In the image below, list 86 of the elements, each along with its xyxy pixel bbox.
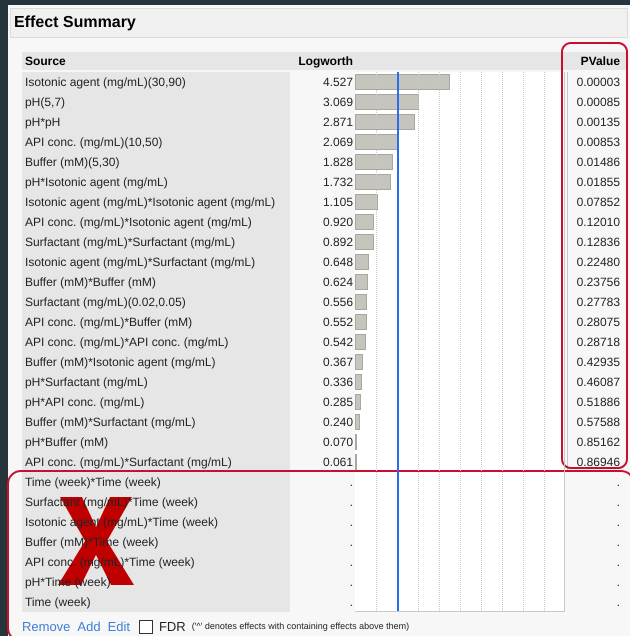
logworth-cell-text: . xyxy=(348,474,354,491)
pvalue-cell-text: 0.46087 xyxy=(576,374,621,391)
pvalue-cell-text: 0.28718 xyxy=(576,334,621,351)
fdr-label: FDR xyxy=(158,618,186,636)
pvalue-cell-text: . xyxy=(616,554,621,571)
source-cell-text: Time (week)*Time (week) xyxy=(24,474,162,491)
pvalue-cell-text: 0.51886 xyxy=(576,394,621,411)
pvalue-cell-text: 0.00853 xyxy=(576,134,621,151)
logworth-cell-text: 0.624 xyxy=(322,274,354,291)
footer-link[interactable]: Add xyxy=(77,617,101,636)
footer-note: ('^' denotes effects with containing effects above them) xyxy=(192,620,410,634)
source-cell-text: API conc. (mg/mL)*Isotonic agent (mg/mL) xyxy=(24,214,253,231)
source-cell-text: Buffer (mM)*Isotonic agent (mg/mL) xyxy=(24,354,217,371)
source-cell-text: Buffer (mM)(5,30) xyxy=(24,154,120,171)
column-header: PValue xyxy=(580,53,621,70)
logworth-cell-text: 0.892 xyxy=(322,234,354,251)
pvalue-cell-text: 0.23756 xyxy=(576,274,621,291)
logworth-cell-text: . xyxy=(348,494,354,511)
pvalue-cell-text: 0.01486 xyxy=(576,154,621,171)
column-header: Logworth xyxy=(297,53,354,70)
source-cell-text: Isotonic agent (mg/mL)(30,90) xyxy=(24,74,187,91)
panel-title: Effect Summary xyxy=(14,13,136,33)
logworth-cell-text: 0.336 xyxy=(322,374,354,391)
footer-link[interactable]: Edit xyxy=(108,617,130,636)
logworth-cell-text: 4.527 xyxy=(322,74,354,91)
pvalue-cell-text: 0.27783 xyxy=(576,294,621,311)
source-cell-text: Buffer (mM)*Buffer (mM) xyxy=(24,274,157,291)
pvalue-cell-text: . xyxy=(616,514,621,531)
logworth-cell-text: 0.061 xyxy=(322,454,354,471)
source-cell-text: Surfactant (mg/mL)(0.02,0.05) xyxy=(24,294,187,311)
source-cell-text: pH*Surfactant (mg/mL) xyxy=(24,374,149,391)
source-cell-text: Isotonic agent (mg/mL)*Surfactant (mg/mL) xyxy=(24,254,256,271)
source-cell-text: API conc. (mg/mL)*Surfactant (mg/mL) xyxy=(24,454,233,471)
source-cell-text: pH(5,7) xyxy=(24,94,66,111)
pvalue-cell-text: . xyxy=(616,494,621,511)
source-cell-text: API conc. (mg/mL)(10,50) xyxy=(24,134,164,151)
pvalue-cell-text: 0.12836 xyxy=(576,234,621,251)
logworth-cell-text: 1.105 xyxy=(322,194,354,211)
pvalue-cell-text: 0.42935 xyxy=(576,354,621,371)
logworth-cell-text: 0.070 xyxy=(322,434,354,451)
logworth-cell-text: 0.367 xyxy=(322,354,354,371)
logworth-cell-text: . xyxy=(348,554,354,571)
logworth-cell-text: 0.552 xyxy=(322,314,354,331)
source-cell-text: pH*pH xyxy=(24,114,62,131)
logworth-cell-text: 2.871 xyxy=(322,114,354,131)
pvalue-cell-text: 0.22480 xyxy=(576,254,621,271)
pvalue-cell-text: 0.01855 xyxy=(576,174,621,191)
pvalue-cell-text: 0.00085 xyxy=(576,94,621,111)
source-cell-text: pH*Buffer (mM) xyxy=(24,434,110,451)
pvalue-cell-text: 0.00003 xyxy=(576,74,621,91)
pvalue-cell-text: . xyxy=(616,534,621,551)
source-cell-text: Isotonic agent (mg/mL)*Isotonic agent (mg/mL) xyxy=(24,194,276,211)
logworth-cell-text: 0.920 xyxy=(322,214,354,231)
logworth-cell-text: 0.542 xyxy=(322,334,354,351)
pvalue-cell-text: 0.12010 xyxy=(576,214,621,231)
column-header: Source xyxy=(24,53,67,70)
pvalue-cell-text: 0.57588 xyxy=(576,414,621,431)
logworth-cell-text: . xyxy=(348,514,354,531)
logworth-cell-text: 0.240 xyxy=(322,414,354,431)
footer-link[interactable]: Remove xyxy=(22,617,70,636)
pvalue-cell-text: 0.00135 xyxy=(576,114,621,131)
source-cell-text: API conc. (mg/mL)*Buffer (mM) xyxy=(24,314,194,331)
logworth-cell-text: 0.556 xyxy=(322,294,354,311)
pvalue-cell-text: 0.07852 xyxy=(576,194,621,211)
source-cell-text: API conc. (mg/mL)*API conc. (mg/mL) xyxy=(24,334,230,351)
logworth-cell-text: . xyxy=(348,574,354,591)
panel-header[interactable]: Effect Summary xyxy=(10,8,628,38)
source-cell-text: pH*Isotonic agent (mg/mL) xyxy=(24,174,169,191)
logworth-cell-text: 1.828 xyxy=(322,154,354,171)
logworth-cell-text: . xyxy=(348,534,354,551)
pvalue-cell-text: 0.28075 xyxy=(576,314,621,331)
source-cell-text: Buffer (mM)*Surfactant (mg/mL) xyxy=(24,414,196,431)
logworth-cell-text: 0.285 xyxy=(322,394,354,411)
pvalue-cell-text: . xyxy=(616,594,621,611)
logworth-cell-text: 2.069 xyxy=(322,134,354,151)
logworth-cell-text: 3.069 xyxy=(322,94,354,111)
pvalue-cell-text: 0.85162 xyxy=(576,434,621,451)
source-cell-text: pH*API conc. (mg/mL) xyxy=(24,394,146,411)
pvalue-cell-text: . xyxy=(616,474,621,491)
pvalue-cell-text: 0.86946 xyxy=(576,454,621,471)
source-cell-text: Time (week) xyxy=(24,594,92,611)
logworth-cell-text: . xyxy=(348,594,354,611)
source-cell-text: Surfactant (mg/mL)*Surfactant (mg/mL) xyxy=(24,234,236,251)
pvalue-cell-text: . xyxy=(616,574,621,591)
logworth-cell-text: 0.648 xyxy=(322,254,354,271)
logworth-cell-text: 1.732 xyxy=(322,174,354,191)
